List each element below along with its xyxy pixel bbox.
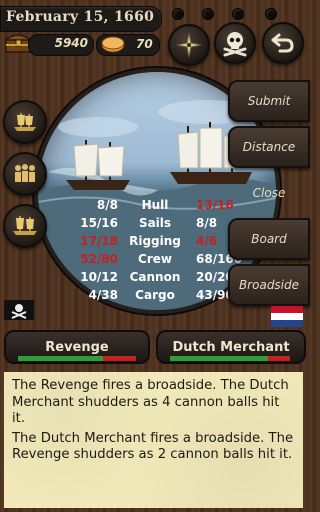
log-entry: The Dutch Merchant fires a broadside. Th…	[12, 430, 294, 463]
coin-amount: 70	[136, 37, 153, 51]
player-health-fill	[18, 356, 103, 361]
back-arrow-icon	[271, 33, 294, 53]
stat-label-hull: Hull	[141, 198, 169, 212]
stat-label-crew: Crew	[138, 252, 172, 266]
compass-button[interactable]	[168, 24, 210, 66]
stat-label-cannon: Cannon	[129, 270, 181, 284]
skull-crossbones-icon	[223, 32, 247, 57]
battle-log: The Revenge fires a broadside. The Dutch…	[4, 372, 303, 508]
close-button[interactable]: Close	[228, 172, 310, 214]
back-button[interactable]	[262, 22, 304, 64]
enemy-health-fill	[170, 356, 269, 361]
coin-icon	[100, 35, 126, 57]
stat-label-cargo: Cargo	[135, 288, 175, 302]
dutch-flag-icon	[271, 306, 303, 327]
crew-button[interactable]	[3, 152, 47, 196]
bolt-decoration	[265, 8, 277, 20]
compass-icon	[176, 32, 202, 58]
player-cannon: 10/12	[80, 270, 118, 284]
sailing-ship-icon	[14, 113, 36, 131]
player-ship	[66, 140, 130, 190]
jolly-roger-flag-icon	[4, 300, 34, 320]
date-text: February 15, 1660	[6, 9, 155, 25]
bolt-decoration	[232, 8, 244, 20]
crew-icon	[15, 164, 35, 182]
fleet-button[interactable]	[3, 204, 47, 248]
gold-amount: 5940	[54, 36, 88, 50]
bolt-decoration	[172, 8, 184, 20]
player-crew: 52/80	[80, 252, 118, 266]
player-health-track	[18, 356, 136, 361]
skull-button[interactable]	[214, 22, 256, 64]
player-sails: 15/16	[80, 216, 118, 230]
sail-ship-button[interactable]	[3, 100, 47, 144]
bolt-decoration	[202, 8, 214, 20]
broadside-button[interactable]: Broadside	[228, 264, 310, 306]
player-cargo: 4/38	[88, 288, 118, 302]
player-hull: 8/8	[96, 198, 118, 212]
enemy-health-track	[170, 356, 290, 361]
player-rigging: 17/18	[80, 234, 118, 248]
stat-label-sails: Sails	[138, 216, 172, 230]
stat-label-rigging: Rigging	[129, 234, 181, 248]
distance-button[interactable]: Distance	[228, 126, 310, 168]
submit-button[interactable]: Submit	[228, 80, 310, 122]
galleon-icon	[13, 216, 37, 235]
log-entry: The Revenge fires a broadside. The Dutch…	[12, 378, 289, 426]
board-button[interactable]: Board	[228, 218, 310, 260]
